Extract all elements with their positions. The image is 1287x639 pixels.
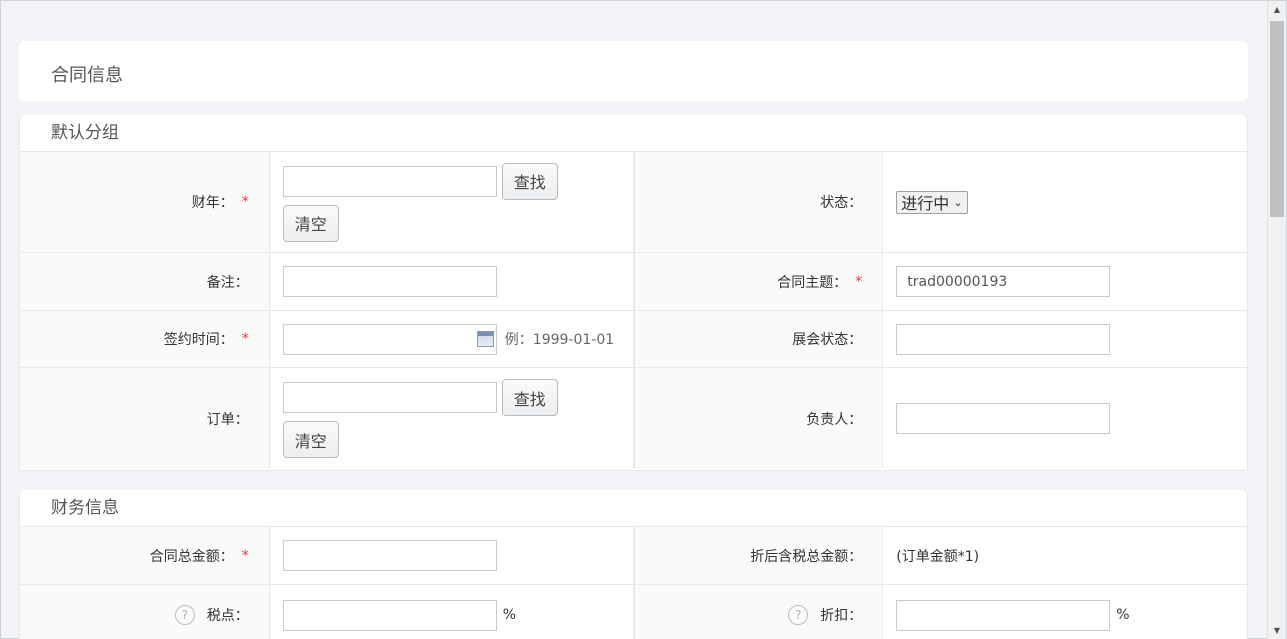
owner-label: 负责人： <box>633 368 884 469</box>
percent-unit: % <box>502 607 517 623</box>
date-format-hint: 例：1999-01-01 <box>504 332 615 348</box>
total-amount-label: 合同总金额： * <box>20 527 270 584</box>
fiscal-year-input[interactable] <box>282 165 497 197</box>
finance-section: 财务信息 合同总金额： * 折后含税总金额： (订单金额*1) ? 税点： % … <box>19 490 1248 639</box>
order-find-button[interactable]: 查找 <box>501 379 558 416</box>
status-select[interactable]: 进行中 ⌄ <box>896 190 968 214</box>
remark-input[interactable] <box>282 266 497 297</box>
contract-subject-label: 合同主题： * <box>633 253 884 310</box>
order-label: 订单： <box>20 368 270 469</box>
tax-rate-input[interactable] <box>282 599 497 631</box>
fiscal-year-cell: 查找 清空 <box>270 152 634 252</box>
status-label: 状态： <box>633 152 884 252</box>
page-title: 合同信息 <box>51 65 123 86</box>
order-cell: 查找 清空 <box>270 368 634 469</box>
tax-rate-cell: % <box>270 585 634 639</box>
required-mark: * <box>855 273 863 290</box>
form-row: 合同总金额： * 折后含税总金额： (订单金额*1) <box>20 527 1247 585</box>
contract-subject-input[interactable] <box>896 266 1111 297</box>
exhibition-status-label: 展会状态： <box>633 311 884 367</box>
total-amount-cell <box>270 527 634 584</box>
fiscal-year-find-button[interactable]: 查找 <box>501 162 558 200</box>
default-group-section: 默认分组 财年： * 查找 清空 状态： 进行中 ⌄ 备注： 合同主题： * t… <box>19 115 1248 471</box>
sign-time-cell: 例：1999-01-01 <box>270 311 634 367</box>
discount-input[interactable] <box>896 599 1111 631</box>
form-row: 备注： 合同主题： * <box>20 253 1247 311</box>
required-mark: * <box>241 547 249 564</box>
exhibition-status-input[interactable] <box>896 323 1111 355</box>
header-card: 合同信息 <box>19 41 1248 101</box>
remark-label: 备注： <box>20 253 270 310</box>
discount-label: ? 折扣： <box>633 585 884 639</box>
vertical-scrollbar[interactable]: ▲ ▼ <box>1267 1 1286 639</box>
chevron-down-icon: ⌄ <box>953 195 963 209</box>
discounted-total-label: 折后含税总金额： <box>633 527 884 584</box>
help-icon[interactable]: ? <box>788 605 809 625</box>
form-row: 订单： 查找 清空 负责人： <box>20 368 1247 469</box>
exhibition-status-cell <box>883 311 1247 367</box>
sign-time-date-field <box>282 323 497 355</box>
owner-input[interactable] <box>896 403 1111 434</box>
percent-unit: % <box>1116 607 1130 623</box>
help-icon[interactable]: ? <box>174 605 195 625</box>
scroll-down-arrow-icon[interactable]: ▼ <box>1268 622 1286 639</box>
form-row: 财年： * 查找 清空 状态： 进行中 ⌄ <box>20 152 1247 253</box>
form-row: 签约时间： * 例：1999-01-01 展会状态： <box>20 311 1247 368</box>
required-mark: * <box>241 194 249 210</box>
order-input[interactable] <box>282 382 497 413</box>
discount-cell: % <box>883 585 1247 639</box>
scrollbar-thumb[interactable] <box>1270 21 1284 217</box>
fiscal-year-clear-button[interactable]: 清空 <box>282 204 339 242</box>
owner-cell <box>883 368 1247 469</box>
order-clear-button[interactable]: 清空 <box>282 421 339 458</box>
tax-rate-label: ? 税点： <box>20 585 270 639</box>
sign-time-label: 签约时间： * <box>20 311 270 367</box>
fiscal-year-label: 财年： * <box>20 152 270 252</box>
total-amount-input[interactable] <box>282 540 497 571</box>
status-cell: 进行中 ⌄ <box>883 152 1247 252</box>
section-title-finance: 财务信息 <box>20 490 1247 527</box>
discounted-total-value: (订单金额*1) <box>896 548 980 565</box>
discounted-total-cell: (订单金额*1) <box>883 527 1247 584</box>
form-row: ? 税点： % ? 折扣： % <box>20 585 1247 639</box>
contract-subject-cell <box>883 253 1247 310</box>
sign-time-input[interactable] <box>282 323 497 355</box>
scroll-up-arrow-icon[interactable]: ▲ <box>1268 1 1286 19</box>
calendar-icon[interactable] <box>476 330 494 347</box>
required-mark: * <box>241 331 249 347</box>
section-title-default-group: 默认分组 <box>20 115 1247 152</box>
remark-cell <box>270 253 634 310</box>
